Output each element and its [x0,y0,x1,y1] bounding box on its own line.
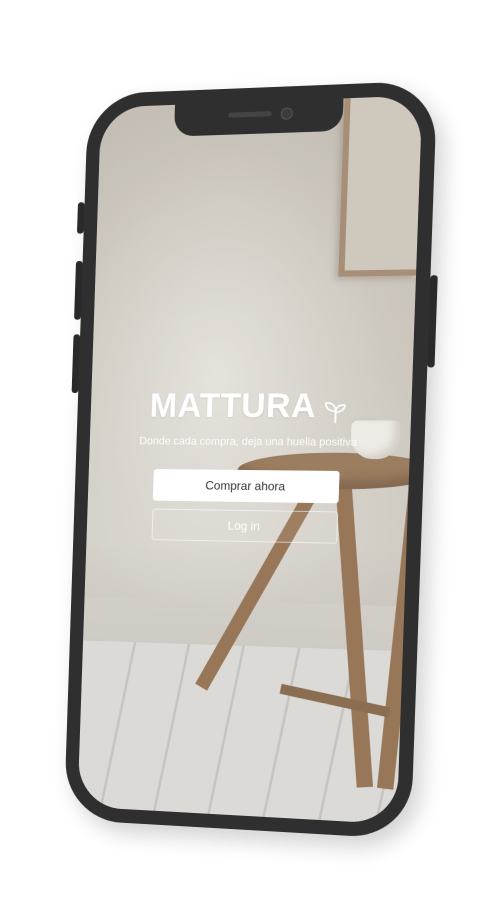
volume-up-button [74,260,83,320]
shop-now-button[interactable]: Comprar ahora [152,469,340,504]
phone-frame: MATTURA Donde cada compra, deja una huel… [63,80,438,840]
power-button [427,275,438,368]
sprout-icon [322,394,349,420]
brand-name: MATTURA [149,386,317,426]
notch [173,98,344,137]
brand-logo: MATTURA [149,387,349,427]
earpiece-speaker [228,111,272,118]
hero-content: MATTURA Donde cada compra, deja una huel… [87,387,413,545]
mute-switch [76,202,85,234]
app-screen: MATTURA Donde cada compra, deja una huel… [77,95,423,825]
volume-down-button [71,334,81,393]
log-in-button[interactable]: Log in [151,508,339,544]
tagline: Donde cada compra, deja una huella posit… [139,435,358,449]
front-camera [280,107,293,120]
mockup-stage: MATTURA Donde cada compra, deja una huel… [0,0,489,907]
